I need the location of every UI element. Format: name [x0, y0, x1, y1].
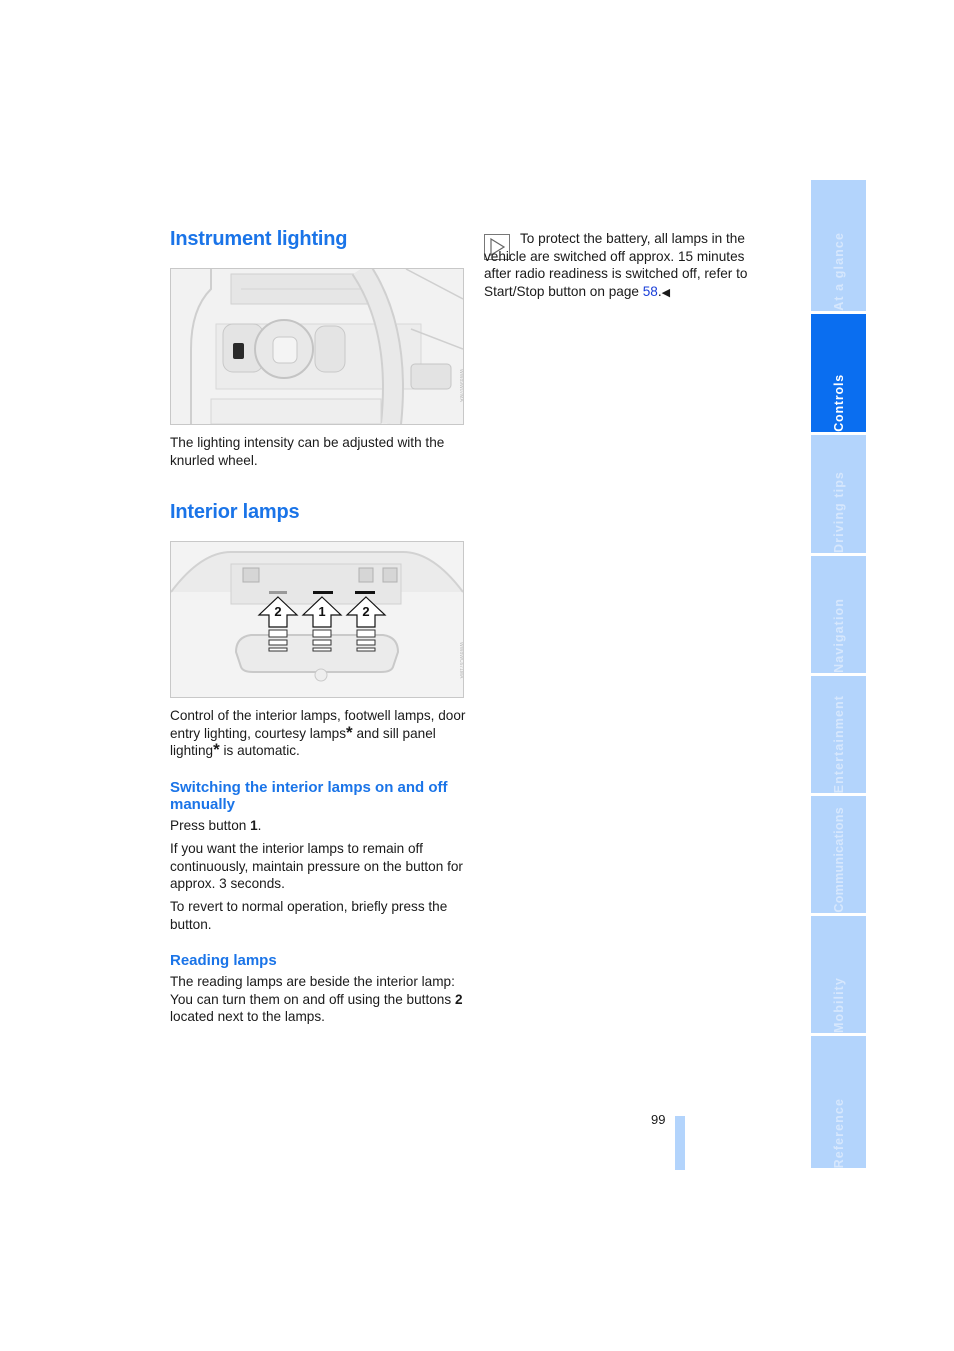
revert-text: To revert to normal operation, briefly p… [170, 899, 448, 932]
tab-controls[interactable]: Controls [811, 314, 866, 432]
end-marker-icon: ◀ [661, 286, 671, 299]
figure-instrument-lighting: WW89W07MA [170, 268, 464, 425]
reading-lamps-text: The reading lamps are beside the interio… [170, 973, 466, 1026]
figure-interior-lamps: 2 1 2 WW8WC671MA [170, 541, 464, 698]
optional-marker: * [346, 722, 353, 742]
tab-label: Controls [831, 374, 846, 432]
tab-label: Driving tips [831, 471, 846, 553]
tab-driving-tips[interactable]: Driving tips [811, 435, 866, 553]
intro-text-3: is automatic. [219, 743, 300, 759]
interior-lamps-intro: Control of the interior lamps, footwell … [170, 707, 466, 760]
tab-label: Mobility [831, 976, 846, 1033]
remain-off-text: If you want the interior lamps to remain… [170, 841, 463, 892]
optional-marker: * [213, 740, 220, 760]
tab-label: Communications [831, 807, 846, 913]
heading-instrument-lighting: Instrument lighting [170, 228, 348, 250]
press-button-text: Press button 1. [170, 817, 466, 835]
heading-switching-lamps: Switching the interior lamps on and off … [170, 779, 448, 813]
tab-at-a-glance[interactable]: At a glance [811, 180, 866, 311]
heading-reading-lamps: Reading lamps [170, 952, 277, 969]
button-ref: 1 [250, 818, 258, 833]
button-ref: 2 [454, 991, 463, 1007]
heading-interior-lamps: Interior lamps [170, 501, 300, 523]
tab-label: At a glance [831, 232, 846, 311]
tab-label: Reference [831, 1097, 846, 1168]
tab-communications[interactable]: Communications [811, 796, 866, 913]
page-marker-bar [675, 1116, 685, 1170]
text: . [257, 818, 262, 833]
figure-code: WW8WC671MA [458, 642, 464, 679]
tab-mobility[interactable]: Mobility [811, 916, 866, 1033]
tab-entertainment[interactable]: Entertainment [811, 676, 866, 793]
text: The reading lamps are beside the interio… [170, 974, 455, 1007]
tab-reference[interactable]: Reference [811, 1036, 866, 1168]
battery-note: To protect the battery, all lamps in the… [484, 230, 774, 302]
chapter-tabs: At a glance Controls Driving tips Naviga… [811, 180, 866, 1168]
callout-2-left: 2 [274, 604, 281, 619]
roof-console-illustration: 2 1 2 [171, 542, 463, 697]
light-switch-illustration [171, 269, 463, 424]
figure-code: WW89W07MA [458, 369, 464, 402]
page-number: 99 [651, 1112, 666, 1127]
text: located next to the lamps. [170, 1009, 325, 1025]
tab-label: Navigation [831, 598, 846, 673]
callout-2-right: 2 [362, 604, 369, 619]
callout-1: 1 [318, 604, 325, 619]
text: Press button [170, 818, 251, 833]
tab-navigation[interactable]: Navigation [811, 556, 866, 673]
note-text: To protect the battery, all lamps in the… [484, 231, 748, 299]
tab-label: Entertainment [831, 694, 846, 793]
instrument-lighting-text: The lighting intensity can be adjusted w… [170, 435, 445, 468]
page-link[interactable]: 58 [643, 284, 658, 299]
